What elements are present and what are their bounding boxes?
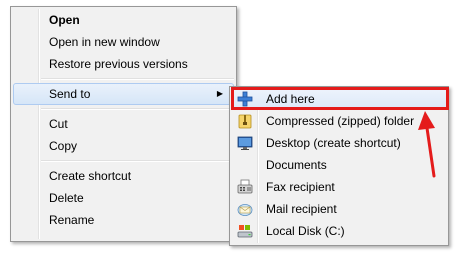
context-menu-screenshot: Open Open in new window Restore previous… <box>0 0 463 258</box>
red-arrow-annotation <box>418 111 436 178</box>
